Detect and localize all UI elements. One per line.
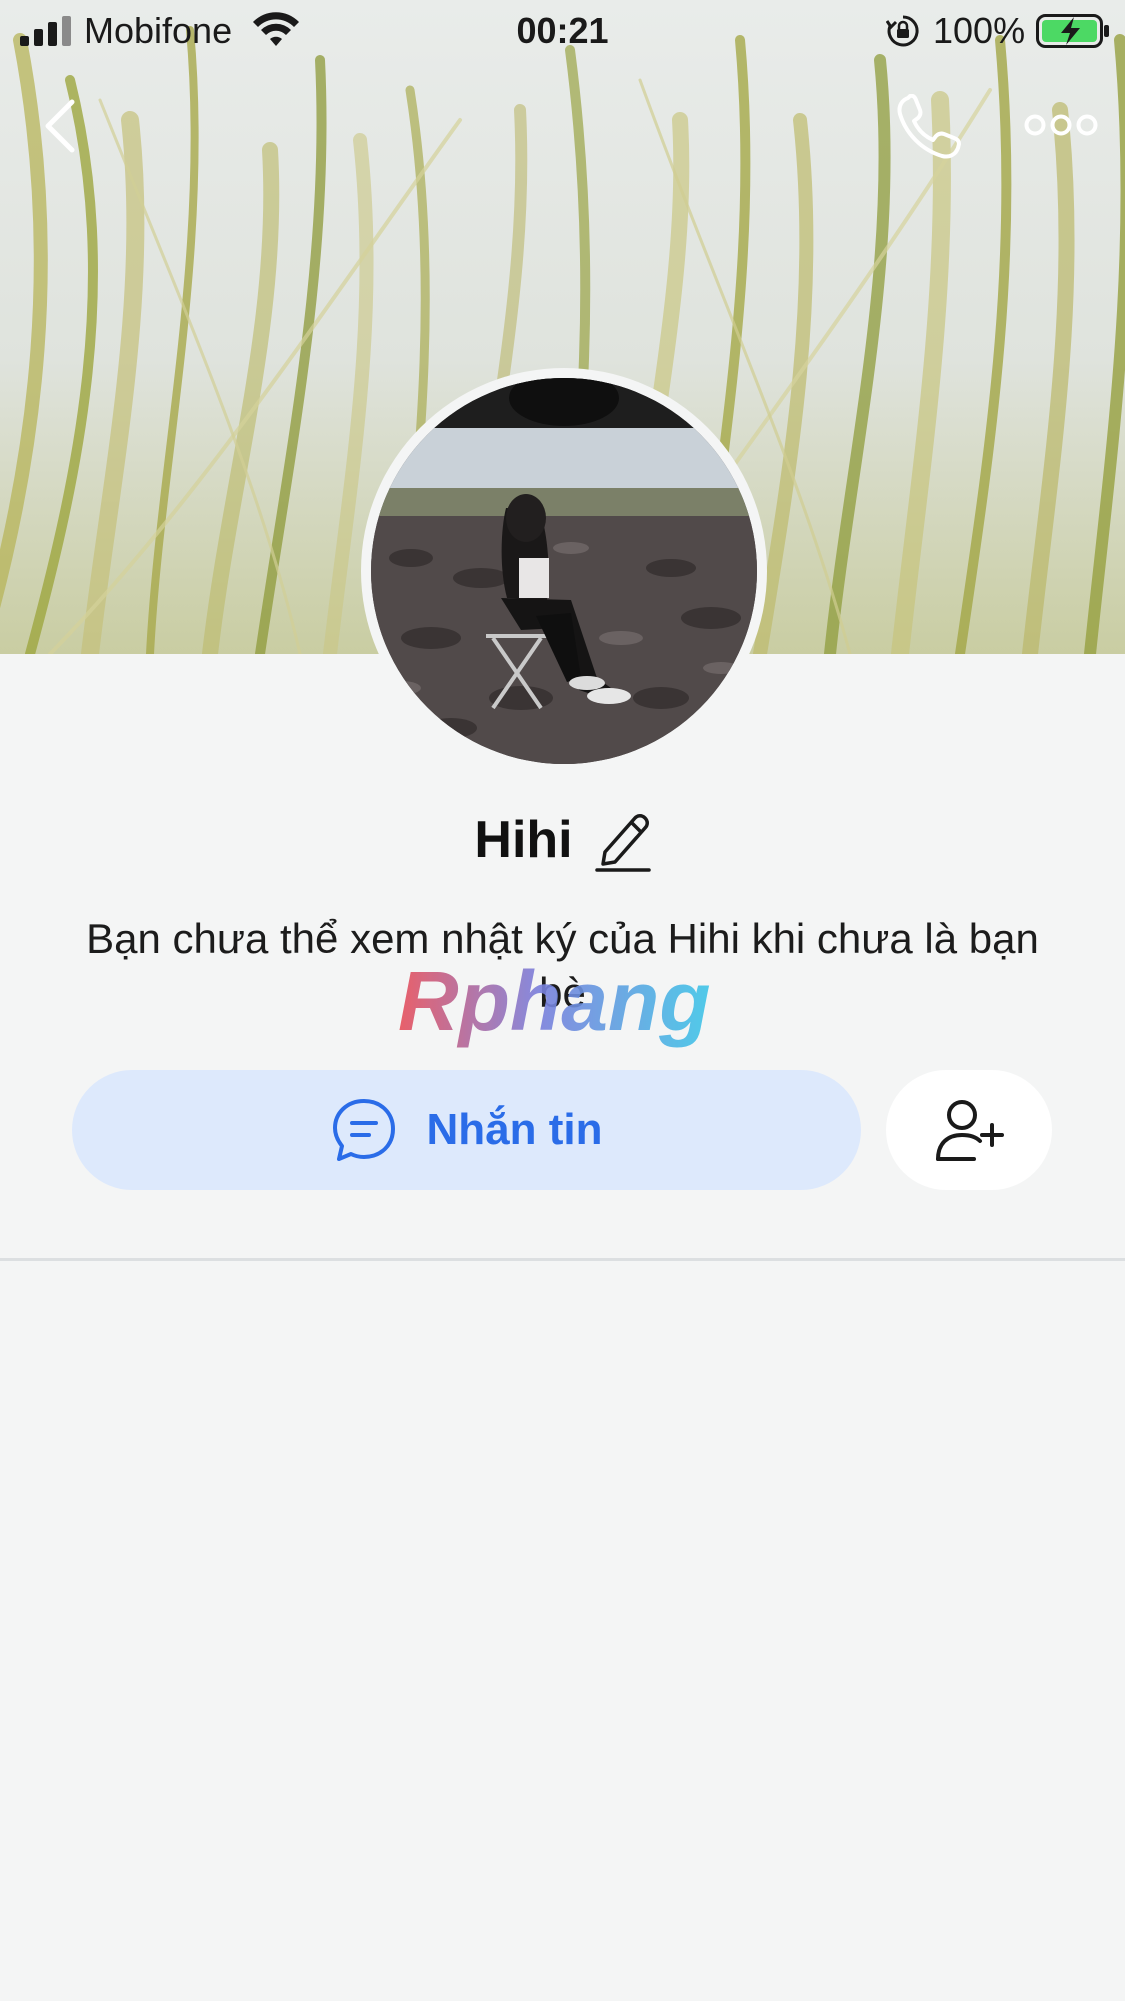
chat-bubble-icon (332, 1099, 395, 1161)
battery-charging-icon (1036, 14, 1109, 48)
add-friend-button[interactable] (886, 1070, 1052, 1190)
rotation-lock-icon (886, 15, 919, 47)
avatar[interactable] (361, 368, 767, 774)
call-button[interactable] (896, 94, 966, 160)
svg-text:Rphang: Rphang (398, 954, 711, 1048)
more-options-button[interactable] (1024, 108, 1098, 142)
profile-name: Hihi (474, 811, 573, 869)
battery-percentage: 100% (933, 10, 1026, 51)
profile-name-row: Hihi (0, 800, 1125, 880)
watermark-logo: Rphang (398, 954, 711, 1048)
pencil-icon[interactable] (594, 808, 651, 872)
avatar-photo (371, 378, 757, 764)
message-button[interactable]: Nhắn tin (72, 1070, 861, 1190)
message-button-label: Nhắn tin (426, 1105, 603, 1154)
status-bar: Mobifone 00:21 100% (0, 0, 1125, 62)
section-divider (0, 1258, 1125, 1261)
back-button[interactable] (36, 98, 86, 154)
add-user-icon (936, 1100, 1004, 1161)
